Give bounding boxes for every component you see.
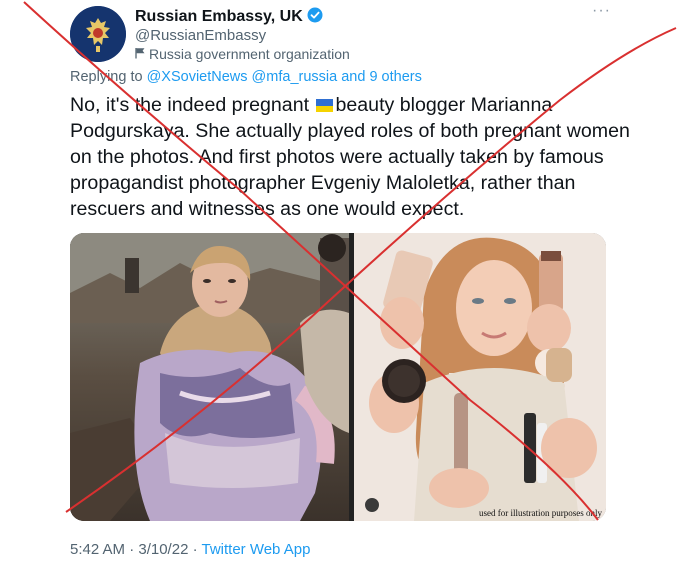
reply-context: Replying to @XSovietNews @mfa_russia and… xyxy=(70,69,422,85)
verified-badge-icon xyxy=(307,7,323,28)
tweet-timestamp: 5:42 AM · 3/10/22 · Twitter Web App xyxy=(70,541,310,558)
avatar[interactable] xyxy=(70,6,126,62)
emblem-icon xyxy=(70,6,126,62)
display-name[interactable]: Russian Embassy, UK xyxy=(135,7,323,28)
tweet-text-part1: No, it's the indeed pregnant xyxy=(70,94,315,116)
user-handle[interactable]: @RussianEmbassy xyxy=(135,27,266,44)
source-app-link[interactable]: Twitter Web App xyxy=(201,541,310,558)
more-options-icon[interactable]: ··· xyxy=(592,2,611,20)
photo-left[interactable] xyxy=(70,233,349,521)
photo-right[interactable] xyxy=(354,233,606,521)
reply-mentions-link[interactable]: @XSovietNews @mfa_russia xyxy=(147,69,338,85)
photo-caption: used for illustration purposes only xyxy=(479,508,602,518)
ukraine-flag-icon xyxy=(316,99,334,112)
display-name-text: Russian Embassy, UK xyxy=(135,8,303,25)
account-label-text: Russia government organization xyxy=(149,46,350,62)
reply-prefix: Replying to xyxy=(70,69,147,85)
tweet-media[interactable]: used for illustration purposes only xyxy=(70,233,606,521)
tweet-text: No, it's the indeed pregnant beauty blog… xyxy=(70,92,630,222)
timestamp-text[interactable]: 5:42 AM · 3/10/22 · xyxy=(70,541,201,558)
flag-icon xyxy=(135,46,146,62)
reply-others-link[interactable]: and 9 others xyxy=(337,69,422,85)
account-label: Russia government organization xyxy=(135,46,350,62)
